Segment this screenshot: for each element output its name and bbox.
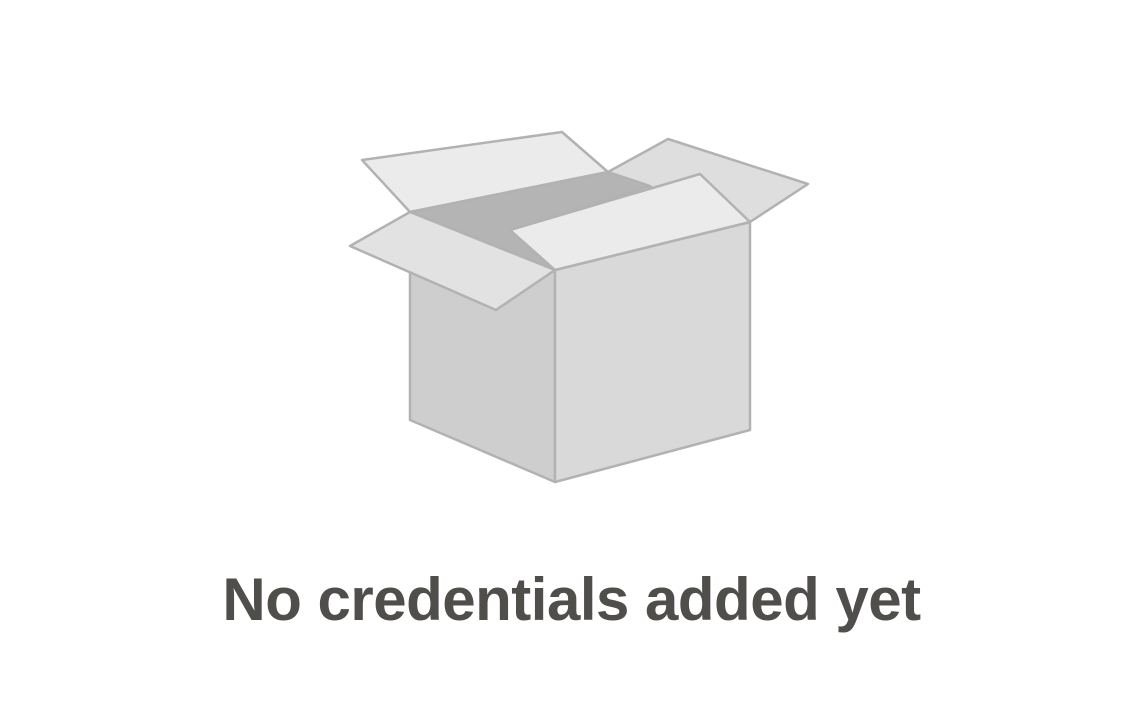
empty-state: No credentials added yet: [0, 0, 1143, 720]
open-box-icon: [340, 120, 820, 495]
empty-state-title: No credentials added yet: [222, 566, 921, 633]
